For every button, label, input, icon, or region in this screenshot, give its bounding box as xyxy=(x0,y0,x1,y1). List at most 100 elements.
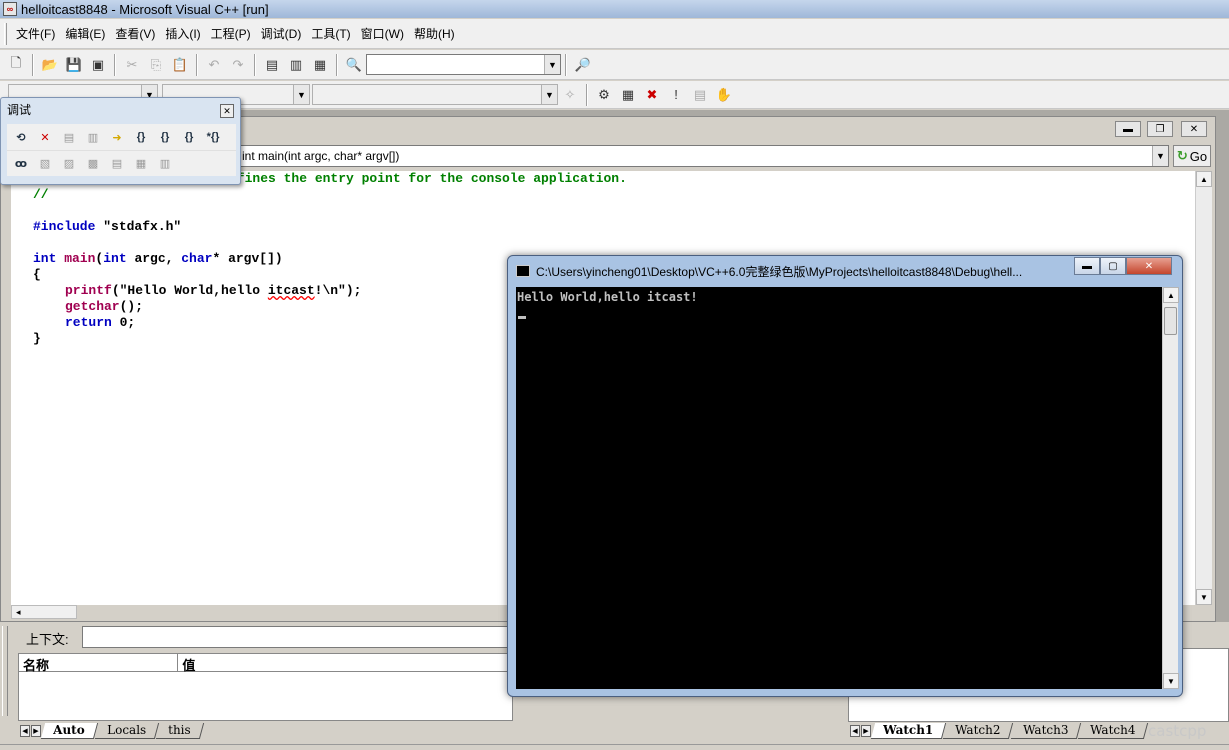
tab-watch4[interactable]: Watch4 xyxy=(1077,723,1149,739)
execute-icon[interactable]: ! xyxy=(665,84,687,106)
minimize-icon[interactable]: ▬ xyxy=(1115,121,1141,137)
console-vertical-scrollbar[interactable]: ▲ ▼ xyxy=(1162,287,1179,689)
restart-icon[interactable]: ⟲ xyxy=(10,127,32,147)
build-icon[interactable]: ▦ xyxy=(617,84,639,106)
maximize-icon[interactable]: ▢ xyxy=(1100,257,1126,275)
scroll-thumb[interactable] xyxy=(1164,307,1177,335)
chevron-down-icon[interactable]: ▼ xyxy=(544,55,560,74)
breakpoint-hand-icon[interactable]: ✋ xyxy=(713,84,735,106)
restore-icon[interactable]: ❐ xyxy=(1147,121,1173,137)
wizard-wand-icon[interactable]: ✧ xyxy=(559,84,581,106)
disassembly-icon[interactable]: ▥ xyxy=(154,154,176,174)
open-folder-icon[interactable]: 📂 xyxy=(39,54,61,76)
scroll-down-icon[interactable]: ▼ xyxy=(1163,673,1179,689)
show-next-statement-icon[interactable]: ➜ xyxy=(106,127,128,147)
tab-scroll-left-icon[interactable]: ◀ xyxy=(850,725,860,737)
separator xyxy=(565,53,567,76)
apply-code-changes-icon[interactable]: ▥ xyxy=(82,127,104,147)
watch-icon[interactable]: ▧ xyxy=(34,154,56,174)
call-stack-icon[interactable]: ▦ xyxy=(130,154,152,174)
scroll-up-icon[interactable]: ▲ xyxy=(1196,171,1212,187)
close-icon[interactable]: ✕ xyxy=(220,104,234,118)
editor-vertical-scrollbar[interactable]: ▲ ▼ xyxy=(1195,171,1212,605)
chevron-down-icon[interactable]: ▼ xyxy=(1152,146,1168,166)
cut-icon[interactable]: ✂ xyxy=(121,54,143,76)
redo-icon[interactable]: ↷ xyxy=(227,54,249,76)
stop-build-icon[interactable]: ✖ xyxy=(641,84,663,106)
minimize-icon[interactable]: ▬ xyxy=(1074,257,1100,275)
function-combo[interactable]: int main(int argc, char* argv[]) ▼ xyxy=(237,145,1169,167)
tab-locals[interactable]: Locals xyxy=(94,723,159,739)
column-header-value[interactable]: 值 xyxy=(178,654,512,673)
scroll-up-icon[interactable]: ▲ xyxy=(1163,287,1179,303)
close-icon[interactable]: ✕ xyxy=(1126,257,1172,275)
code-line-brace-open: { xyxy=(33,267,41,282)
new-file-icon[interactable]: 🗋 xyxy=(5,54,27,76)
close-icon[interactable]: ✕ xyxy=(1181,121,1207,137)
stop-debugging-icon[interactable]: ✕ xyxy=(34,127,56,147)
undo-icon[interactable]: ↶ xyxy=(203,54,225,76)
run-to-cursor-icon[interactable]: *{} xyxy=(202,127,224,147)
menu-help[interactable]: 帮助(H) xyxy=(409,25,460,42)
copy-icon[interactable]: ⎘ xyxy=(145,54,167,76)
code-line-return: return 0; xyxy=(65,315,135,331)
variables-icon[interactable]: ▨ xyxy=(58,154,80,174)
registers-icon[interactable]: ▩ xyxy=(82,154,104,174)
step-into-icon[interactable]: {} xyxy=(130,127,152,147)
tab-watch3[interactable]: Watch3 xyxy=(1010,723,1082,739)
step-over-icon[interactable]: {} xyxy=(154,127,176,147)
find-in-files-icon[interactable]: 🔍 xyxy=(343,54,365,76)
step-out-icon[interactable]: {} xyxy=(178,127,200,147)
tab-scroll-right-icon[interactable]: ▶ xyxy=(31,725,41,737)
editor-horizontal-scrollbar[interactable]: ◂ xyxy=(11,605,77,619)
chevron-down-icon[interactable]: ▼ xyxy=(541,85,557,104)
scroll-down-icon[interactable]: ▼ xyxy=(1196,589,1212,605)
paste-icon[interactable]: 📋 xyxy=(169,54,191,76)
quickwatch-glasses-icon[interactable]: ꝏ xyxy=(10,154,32,174)
tab-label: Watch1 xyxy=(883,723,934,737)
code-token: "stdafx.h" xyxy=(95,219,182,234)
debug-toolbar-row-1: ⟲ ✕ ▤ ▥ ➜ {} {} {} *{} xyxy=(7,124,236,150)
menu-debug[interactable]: 调试(D) xyxy=(256,25,307,42)
menu-window[interactable]: 窗口(W) xyxy=(356,25,409,42)
code-line-printf: printf("Hello World,hello itcast!\n"); xyxy=(65,283,361,299)
tab-watch2[interactable]: Watch2 xyxy=(942,723,1014,739)
code-token: argc, xyxy=(126,251,182,266)
find-icon[interactable]: 🔎 xyxy=(572,54,594,76)
members-combo[interactable]: ▼ xyxy=(312,84,558,105)
menu-insert[interactable]: 插入(I) xyxy=(160,25,205,42)
menu-file[interactable]: 文件(F) xyxy=(11,25,60,42)
break-icon[interactable]: ▤ xyxy=(58,127,80,147)
code-token: int xyxy=(33,251,57,266)
chevron-down-icon[interactable]: ▼ xyxy=(293,85,309,104)
menu-project[interactable]: 工程(P) xyxy=(206,25,256,42)
console-screen[interactable]: Hello World,hello itcast! xyxy=(516,287,1162,689)
console-title-bar[interactable]: C:\Users\yincheng01\Desktop\VC++6.0完整绿色版… xyxy=(516,261,1022,281)
output-window-icon[interactable]: ▥ xyxy=(285,54,307,76)
workspace-icon[interactable]: ▤ xyxy=(261,54,283,76)
compile-icon[interactable]: ⚙ xyxy=(593,84,615,106)
context-combo[interactable] xyxy=(82,626,512,648)
memory-icon[interactable]: ▤ xyxy=(106,154,128,174)
find-combo[interactable]: ▼ xyxy=(366,54,561,75)
tab-scroll-right-icon[interactable]: ▶ xyxy=(861,725,871,737)
menu-tools[interactable]: 工具(T) xyxy=(306,25,355,42)
menubar-grip[interactable] xyxy=(4,22,7,45)
go-icon[interactable]: ▤ xyxy=(689,84,711,106)
tab-this[interactable]: this xyxy=(155,723,204,739)
menu-view[interactable]: 查看(V) xyxy=(110,25,160,42)
variables-grid[interactable]: 名称 值 xyxy=(18,653,513,721)
tab-watch1[interactable]: Watch1 xyxy=(870,723,947,739)
save-icon[interactable]: 💾 xyxy=(63,54,85,76)
app-icon: ∞ xyxy=(3,2,17,16)
save-all-icon[interactable]: ▣ xyxy=(87,54,109,76)
column-header-name[interactable]: 名称 xyxy=(19,654,179,673)
menu-edit[interactable]: 编辑(E) xyxy=(60,25,110,42)
go-button[interactable]: ↻ Go xyxy=(1173,145,1211,167)
code-token: #include xyxy=(33,219,96,234)
debug-toolbar-title[interactable]: 调试 xyxy=(1,98,240,120)
tab-scroll-left-icon[interactable]: ◀ xyxy=(20,725,30,737)
tab-auto[interactable]: Auto xyxy=(40,723,98,739)
pane-grip[interactable] xyxy=(2,626,8,716)
window-list-icon[interactable]: ▦ xyxy=(309,54,331,76)
